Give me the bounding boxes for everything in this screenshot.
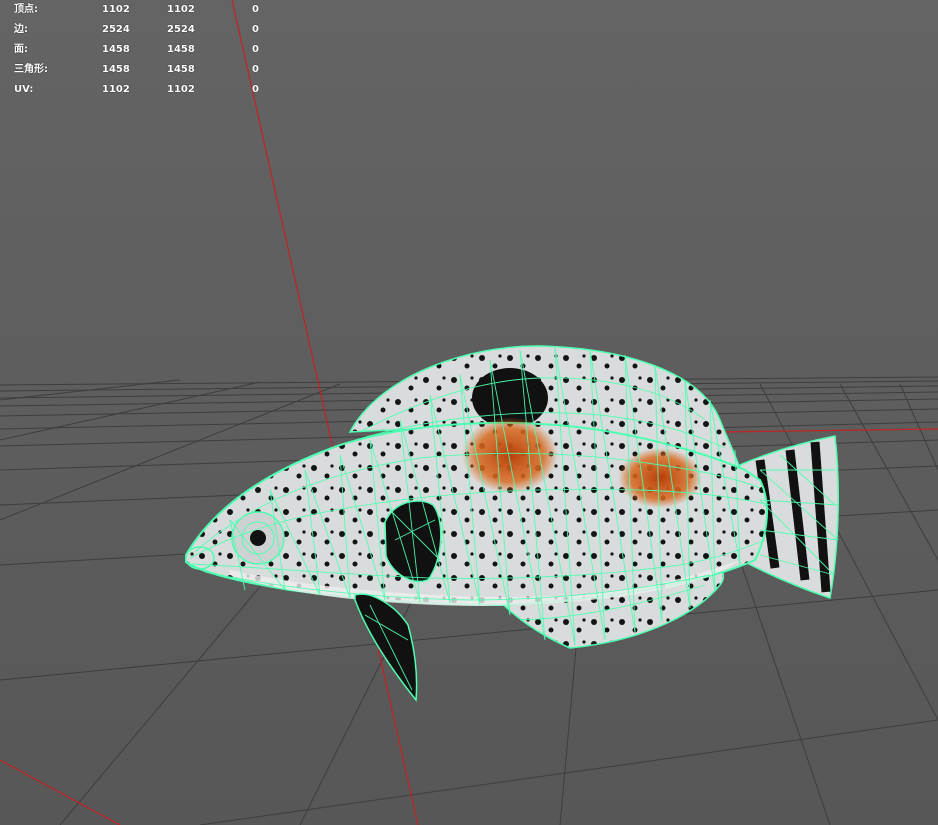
- hud-row-faces: 面: 1458 1458 0: [14, 40, 284, 60]
- hud-value: 1458: [167, 64, 195, 75]
- viewport-scene[interactable]: [0, 0, 938, 825]
- hud-value: 0: [252, 44, 259, 55]
- hud-label: UV:: [14, 84, 34, 95]
- poly-count-hud: 顶点: 1102 1102 0 边: 2524 2524 0 面: 1458 1…: [14, 0, 284, 100]
- fish-model[interactable]: [185, 345, 840, 702]
- hud-value: 2524: [102, 24, 130, 35]
- hud-label: 三角形:: [14, 64, 48, 75]
- hud-value: 2524: [167, 24, 195, 35]
- hud-value: 0: [252, 64, 259, 75]
- hud-value: 1102: [167, 4, 195, 15]
- hud-value: 1102: [167, 84, 195, 95]
- 3d-viewport[interactable]: 顶点: 1102 1102 0 边: 2524 2524 0 面: 1458 1…: [0, 0, 938, 825]
- hud-label: 边:: [14, 24, 28, 35]
- hud-row-edges: 边: 2524 2524 0: [14, 20, 284, 40]
- hud-row-triangles: 三角形: 1458 1458 0: [14, 60, 284, 80]
- hud-value: 1458: [102, 44, 130, 55]
- hud-value: 0: [252, 84, 259, 95]
- hud-label: 面:: [14, 44, 28, 55]
- hud-value: 1102: [102, 4, 130, 15]
- hud-value: 1458: [102, 64, 130, 75]
- hud-value: 1458: [167, 44, 195, 55]
- hud-label: 顶点:: [14, 4, 38, 15]
- hud-value: 0: [252, 24, 259, 35]
- hud-value: 0: [252, 4, 259, 15]
- hud-row-uvs: UV: 1102 1102 0: [14, 80, 284, 100]
- hud-row-vertices: 顶点: 1102 1102 0: [14, 0, 284, 20]
- hud-value: 1102: [102, 84, 130, 95]
